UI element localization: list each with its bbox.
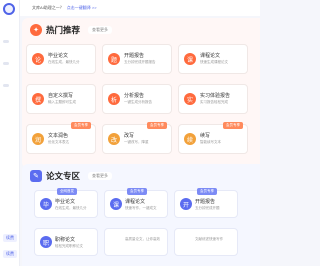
write-icon: 撰: [32, 93, 44, 105]
section-header: ✦ 热门推荐 查看更多: [30, 24, 113, 36]
card-desc: 快速生成课程论文: [200, 60, 228, 64]
card-title: 课程论文: [125, 199, 146, 205]
tool-card[interactable]: 撰 自定义撰写 输入主题即可生成: [26, 84, 96, 114]
card-desc: 输入主题即可生成: [48, 100, 76, 104]
card-title: 开题报告: [124, 53, 145, 59]
rewrite-icon: 改: [108, 133, 120, 145]
thesis-zone-panel: ✎ 论文专区 查看更多 全网首发 毕 毕业论文 在线生成，最快几分 会员专享 课…: [22, 164, 260, 266]
sidebar-button[interactable]: 续费: [3, 234, 17, 242]
section-title: 论文专区: [46, 171, 81, 181]
card-desc: 优化文本表达: [48, 140, 69, 144]
hot-recommend-panel: ✦ 热门推荐 查看更多 论 毕业论文 在线生成，最快几分 题 开题报告 五分钟完…: [22, 18, 260, 168]
more-button[interactable]: 查看更多: [88, 26, 113, 34]
tool-card[interactable]: 题 开题报告 五分钟完成开题报告: [102, 44, 172, 74]
member-badge: 会员专享: [71, 122, 91, 129]
badge: 会员专享: [197, 188, 217, 195]
more-button[interactable]: 查看更多: [88, 172, 113, 180]
card-title: 毕业论文: [55, 199, 76, 205]
sidebar-item[interactable]: [3, 84, 9, 87]
title-icon: 职: [40, 236, 52, 248]
card-desc: 一键改写，降重: [124, 140, 149, 144]
card-desc: 轻松完成职称论文: [55, 244, 83, 248]
card-desc: 五分钟完成开题: [195, 206, 220, 210]
card-title: 分析报告: [124, 93, 145, 99]
sidebar-button[interactable]: 续费: [3, 250, 17, 258]
thesis-card[interactable]: 文献综述快速写作: [174, 228, 238, 256]
section-title: 热门推荐: [46, 25, 81, 35]
member-badge: 会员专享: [147, 122, 167, 129]
tool-card[interactable]: 课 课程论文 快速生成课程论文: [178, 44, 248, 74]
thesis-card[interactable]: 高质量论文，让你高效: [104, 228, 168, 256]
sidebar-item[interactable]: [3, 40, 9, 43]
fire-icon: ✦: [30, 24, 42, 36]
card-desc: 实习报告轻松完成: [200, 100, 228, 104]
tool-card[interactable]: 会员专享 续 续写 智能续写文本: [178, 122, 248, 154]
thesis-card[interactable]: 会员专享 课 课程论文 快速写作，一键成文: [104, 188, 168, 218]
card-desc: 文献综述快速写作: [195, 237, 223, 241]
card-title: 续写: [200, 133, 211, 139]
tool-card[interactable]: 会员专享 润 文本润色 优化文本表达: [26, 122, 96, 154]
tool-card[interactable]: 会员专享 改 改写 一键改写，降重: [102, 122, 172, 154]
card-title: 文本润色: [48, 133, 69, 139]
sidebar-item[interactable]: [3, 62, 9, 65]
logo-icon[interactable]: [3, 3, 15, 15]
card-desc: 五分钟完成开题报告: [124, 60, 156, 64]
graduation-icon: 毕: [40, 198, 52, 210]
tool-card[interactable]: 析 分析报告 一键生成分析报告: [102, 84, 172, 114]
card-title: 实习体验报告: [200, 93, 231, 99]
sidebar: 续费 续费: [0, 0, 20, 266]
card-title: 改写: [124, 133, 135, 139]
section-header: ✎ 论文专区 查看更多: [30, 170, 113, 182]
report-icon: 题: [108, 53, 120, 65]
card-desc: 在线生成，最快几分: [48, 60, 80, 64]
notice-text: 文库AI助理之一？: [32, 5, 64, 10]
proposal-icon: 开: [180, 198, 192, 210]
app-window: 续费 续费 文库AI助理之一？ 点击一键翻译 >> ✦ 热门推荐 查看更多 论 …: [0, 0, 260, 266]
book-icon: ✎: [30, 170, 42, 182]
card-desc: 智能续写文本: [200, 140, 221, 144]
thesis-card[interactable]: 会员专享 开 开题报告 五分钟完成开题: [174, 188, 238, 218]
card-title: 开题报告: [195, 199, 216, 205]
analysis-icon: 析: [108, 93, 120, 105]
polish-icon: 润: [32, 133, 44, 145]
notice-link[interactable]: 点击一键翻译 >>: [67, 5, 97, 11]
card-desc: 快速写作，一键成文: [125, 206, 157, 210]
top-notice: 文库AI助理之一？ 点击一键翻译 >>: [20, 0, 260, 16]
badge: 全网首发: [57, 188, 77, 195]
thesis-card[interactable]: 职 职称论文 轻松完成职称论文: [34, 228, 98, 256]
course-icon: 课: [110, 198, 122, 210]
thesis-card[interactable]: 全网首发 毕 毕业论文 在线生成，最快几分: [34, 188, 98, 218]
continue-icon: 续: [184, 133, 196, 145]
internship-icon: 实: [184, 93, 196, 105]
card-title: 自定义撰写: [48, 93, 74, 99]
card-desc: 一键生成分析报告: [124, 100, 152, 104]
card-desc: 在线生成，最快几分: [55, 206, 87, 210]
card-title: 职称论文: [55, 237, 76, 243]
card-title: 毕业论文: [48, 53, 69, 59]
course-icon: 课: [184, 53, 196, 65]
card-desc: 高质量论文，让你高效: [125, 237, 160, 241]
badge: 会员专享: [127, 188, 147, 195]
member-badge: 会员专享: [223, 122, 243, 129]
tool-card[interactable]: 实 实习体验报告 实习报告轻松完成: [178, 84, 248, 114]
tool-card[interactable]: 论 毕业论文 在线生成，最快几分: [26, 44, 96, 74]
paper-icon: 论: [32, 53, 44, 65]
card-title: 课程论文: [200, 53, 221, 59]
